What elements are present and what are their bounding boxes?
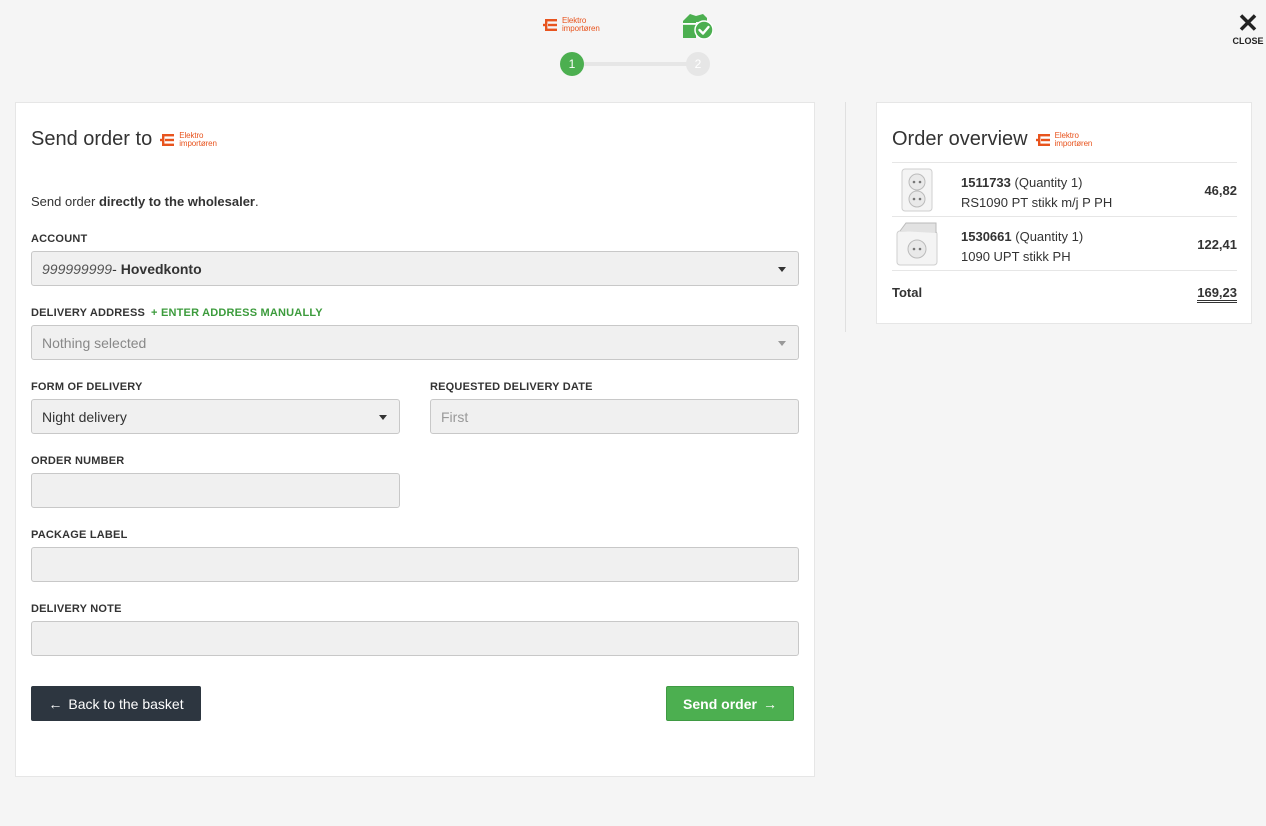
requested-delivery-date-label: REQUESTED DELIVERY DATE	[430, 381, 593, 393]
intro-text: Send order directly to the wholesaler.	[31, 194, 259, 209]
brand-mark-icon	[160, 133, 175, 146]
brand-logo-inline: Elektro importøren	[160, 131, 217, 148]
form-title: Send order to Elektro importøren	[31, 128, 217, 151]
order-item: 1530661 (Quantity 1) 1090 UPT stikk PH 1…	[892, 216, 1237, 270]
item-sku: 1511733 (Quantity 1)	[961, 175, 1083, 190]
order-number-label: ORDER NUMBER	[31, 455, 125, 467]
arrow-right-icon: →	[762, 695, 777, 712]
total-label: Total	[892, 285, 923, 300]
arrow-left-icon: ←	[48, 695, 63, 712]
order-item: 1511733 (Quantity 1) RS1090 PT stikk m/j…	[892, 162, 1237, 216]
brand-mark-icon	[1035, 133, 1050, 146]
close-button[interactable]: ✕ CLOSE	[1230, 8, 1266, 46]
item-price: 46,82	[1204, 183, 1237, 198]
product-socket-image	[901, 168, 933, 212]
account-label: ACCOUNT	[31, 233, 88, 245]
close-icon: ✕	[1237, 8, 1259, 38]
delivery-address-select[interactable]: Nothing selected	[31, 325, 799, 360]
package-check-icon	[683, 14, 713, 40]
chevron-down-icon	[379, 415, 387, 420]
send-order-panel: Send order to Elektro importøren Send ord…	[15, 102, 815, 777]
delivery-address-label: DELIVERY ADDRESS + ENTER ADDRESS MANUALLY	[31, 307, 323, 319]
send-order-button[interactable]: Send order →	[666, 686, 794, 721]
enter-address-manually-link[interactable]: + ENTER ADDRESS MANUALLY	[151, 307, 323, 319]
package-label-input[interactable]	[31, 547, 799, 582]
item-description: RS1090 PT stikk m/j P PH	[961, 195, 1113, 210]
item-description: 1090 UPT stikk PH	[961, 249, 1071, 264]
total-row: Total 169,23	[892, 270, 1237, 314]
account-select[interactable]: 999999999 - Hovedkonto	[31, 251, 799, 286]
progress-line	[572, 62, 698, 66]
close-label: CLOSE	[1232, 36, 1264, 46]
order-overview-panel: Order overview Elektro importøren 1511733…	[876, 102, 1252, 324]
overview-title-text: Order overview	[892, 128, 1028, 150]
chevron-down-icon	[778, 267, 786, 272]
requested-delivery-date-input[interactable]: First	[430, 399, 799, 434]
brand-logo-inline: Elektro importøren	[1035, 131, 1092, 148]
plus-icon: +	[151, 307, 161, 319]
brand-logo: Elektro importøren	[543, 17, 600, 33]
total-value: 169,23	[1197, 285, 1237, 303]
order-items-list: 1511733 (Quantity 1) RS1090 PT stikk m/j…	[892, 162, 1237, 314]
form-of-delivery-select[interactable]: Night delivery	[31, 399, 400, 434]
delivery-note-input[interactable]	[31, 621, 799, 656]
product-socket-image	[896, 222, 938, 266]
item-sku: 1530661 (Quantity 1)	[961, 229, 1084, 244]
chevron-down-icon	[778, 341, 786, 346]
step-2: 2	[686, 52, 710, 76]
brand-mark-icon	[543, 19, 557, 31]
form-of-delivery-label: FORM OF DELIVERY	[31, 381, 143, 393]
panel-divider	[845, 102, 846, 332]
form-title-text: Send order to	[31, 128, 153, 150]
back-to-basket-button[interactable]: ← Back to the basket	[31, 686, 201, 721]
progress-steps: 1 2	[560, 52, 710, 76]
item-price: 122,41	[1197, 237, 1237, 252]
package-label-label: PACKAGE LABEL	[31, 529, 128, 541]
delivery-note-label: DELIVERY NOTE	[31, 603, 122, 615]
step-1: 1	[560, 52, 584, 76]
order-number-input[interactable]	[31, 473, 400, 508]
overview-title: Order overview Elektro importøren	[892, 128, 1092, 151]
